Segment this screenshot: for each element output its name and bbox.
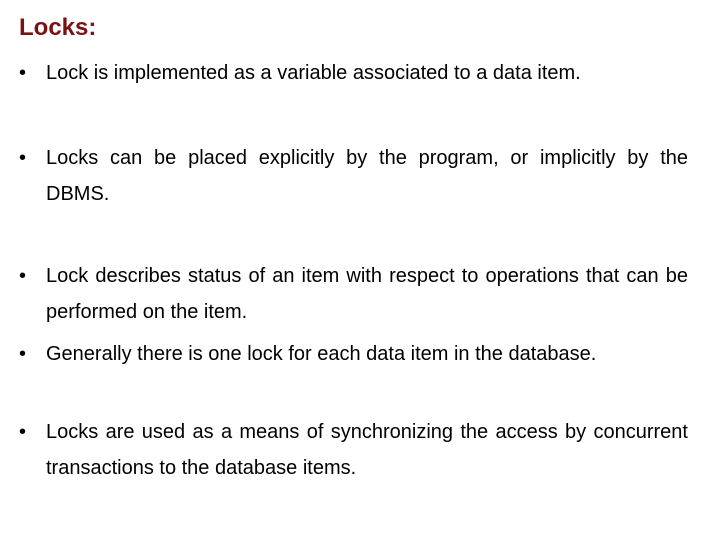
bullet-text: Lock describes status of an item with re… — [46, 265, 688, 323]
bullet-icon: • — [19, 62, 27, 84]
bullet-icon: • — [19, 147, 27, 169]
bullet-item: • Locks can be placed explicitly by the … — [19, 140, 688, 212]
bullet-text: Generally there is one lock for each dat… — [46, 343, 597, 365]
bullet-item: • Lock describes status of an item with … — [19, 258, 688, 330]
bullet-icon: • — [19, 343, 27, 365]
bullet-item: • Generally there is one lock for each d… — [19, 336, 688, 372]
bullet-icon: • — [19, 265, 27, 287]
bullet-text: Locks are used as a means of synchronizi… — [46, 421, 688, 479]
slide-title: Locks: — [19, 14, 97, 41]
bullet-item: • Locks are used as a means of synchroni… — [19, 414, 688, 486]
bullet-text: Lock is implemented as a variable associ… — [46, 62, 581, 84]
bullet-text: Locks can be placed explicitly by the pr… — [46, 147, 688, 205]
bullet-icon: • — [19, 421, 27, 443]
bullet-item: • Lock is implemented as a variable asso… — [19, 55, 688, 91]
